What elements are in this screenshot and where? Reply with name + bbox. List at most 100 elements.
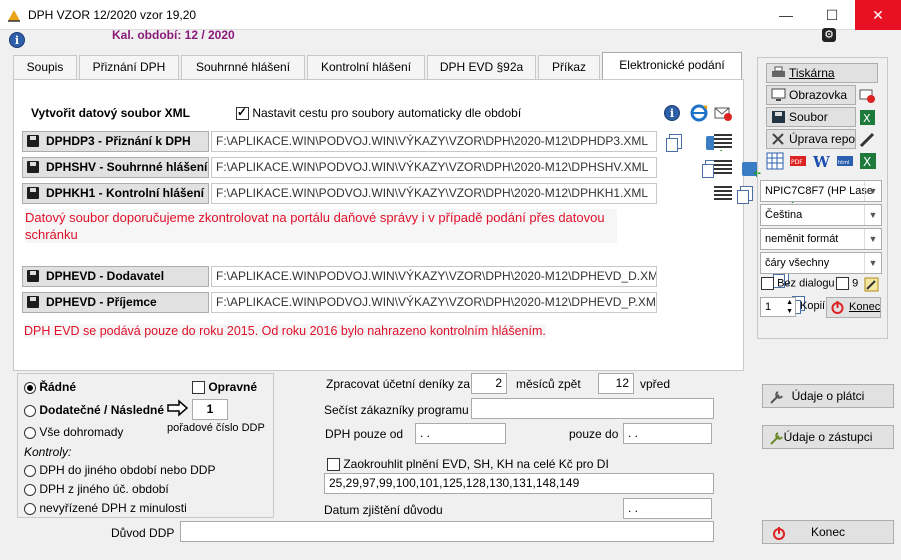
gear-icon[interactable]: ⚙ — [822, 28, 836, 42]
vse-label: Vše dohromady — [39, 425, 124, 439]
dphshv-button[interactable]: DPHSHV - Souhrnné hlášení — [22, 157, 209, 178]
control-radio-3[interactable]: nevyřízené DPH z minulosti — [24, 501, 187, 515]
vse-radio[interactable]: Vše dohromady — [24, 425, 123, 439]
app-icon — [8, 10, 20, 22]
dphkh1-label: DPHKH1 - Kontrolní hlášení — [46, 186, 205, 200]
opravne-checkbox[interactable]: Opravné — [192, 380, 258, 395]
months-back-input[interactable]: 2 — [471, 373, 507, 394]
word-icon[interactable]: W — [812, 152, 830, 170]
maximize-button[interactable]: ☐ — [809, 0, 855, 30]
radnne-radio[interactable]: Řádné — [24, 380, 76, 394]
date-reason-input[interactable]: . . — [623, 498, 712, 519]
add-icon[interactable] — [742, 162, 761, 181]
process-label: Zpracovat účetní deníky za — [326, 377, 471, 391]
tab-elektronicke[interactable]: Elektronické podání — [602, 52, 742, 80]
auto-path-checkbox[interactable]: Nastavit cestu pro soubory automaticky d… — [236, 105, 522, 121]
dphevd-p-path-input[interactable]: F:\APLIKACE.WIN\PODVOJ.WIN\VÝKAZY\VZOR\D… — [211, 292, 657, 313]
report-edit-button[interactable]: Úprava repor — [766, 129, 856, 149]
title-bar: DPH VZOR 12/2020 vzor 19,20 — ☐ ✕ — [0, 0, 901, 30]
stepper-arrows-icon: ▲ ▼ — [786, 299, 793, 315]
control-label-1: DPH do jiného období nebo DDP — [39, 463, 216, 477]
lines-select[interactable]: čáry všechny ▼ — [760, 252, 882, 274]
dphdp3-label: DPHDP3 - Přiznání k DPH — [46, 134, 191, 148]
dphevd-p-button[interactable]: DPHEVD - Příjemce — [22, 292, 209, 313]
checkbox-icon — [836, 277, 849, 290]
tab-soupis[interactable]: Soupis — [13, 55, 77, 79]
round-checkbox[interactable]: Zaokrouhlit plnění EVD, SH, KH na celé K… — [327, 457, 609, 472]
dodatecne-radio[interactable]: Dodatečné / Následné — [24, 403, 164, 417]
dphkh1-button[interactable]: DPHKH1 - Kontrolní hlášení — [22, 183, 209, 204]
copies-stepper[interactable]: 1 ▲ ▼ — [760, 297, 796, 317]
close-button[interactable]: ✕ — [855, 0, 901, 30]
floppy-icon — [27, 187, 39, 199]
file-button[interactable]: Soubor — [766, 107, 856, 127]
window-title: DPH VZOR 12/2020 vzor 19,20 — [28, 8, 197, 22]
months-forward-input[interactable]: 12 — [598, 373, 634, 394]
stack-icon[interactable] — [714, 160, 732, 176]
minimize-button[interactable]: — — [763, 0, 809, 30]
tab-priznani[interactable]: Přiznání DPH — [79, 55, 179, 79]
radnne-label: Řádné — [39, 380, 77, 394]
end-button[interactable]: Konec — [762, 520, 894, 544]
opravne-label: Opravné — [208, 380, 258, 394]
dphkh1-path-input[interactable]: F:\APLIKACE.WIN\PODVOJ.WIN\VÝKAZY\VZOR\D… — [211, 183, 657, 204]
copy-icon[interactable] — [737, 186, 754, 204]
chevron-down-icon: ▼ — [864, 205, 881, 225]
info-icon[interactable]: i — [9, 32, 25, 48]
language-select[interactable]: Čeština ▼ — [760, 204, 882, 226]
copies-value: 1 — [765, 301, 772, 313]
sum-customers-label: Sečíst zákazníky programu — [324, 403, 469, 417]
dphevd-d-path-input[interactable]: F:\APLIKACE.WIN\PODVOJ.WIN\VÝKAZY\VZOR\D… — [211, 266, 657, 287]
table-icon[interactable] — [766, 152, 784, 170]
pen-icon[interactable] — [859, 131, 876, 148]
auto-path-label: Nastavit cestu pro soubory automaticky d… — [252, 106, 522, 120]
tab-souhrnne[interactable]: Souhrnné hlášení — [181, 55, 305, 79]
rows-input[interactable]: 25,29,97,99,100,101,125,128,130,131,148,… — [324, 473, 714, 494]
excel-icon[interactable]: X — [859, 152, 877, 170]
dphevd-d-label: DPHEVD - Dodavatel — [46, 269, 165, 283]
order-number-input[interactable]: 1 — [192, 399, 228, 420]
format-select[interactable]: neměnit formát ▼ — [760, 228, 882, 250]
excel-icon[interactable]: X — [859, 109, 876, 126]
no-dialog-checkbox[interactable]: Bez dialogu — [761, 277, 835, 290]
browser-icon[interactable] — [690, 104, 708, 122]
stack-icon[interactable] — [714, 186, 732, 202]
floppy-icon — [772, 111, 785, 123]
dph-to-label: pouze do — [569, 427, 619, 441]
control-radio-1[interactable]: DPH do jiného období nebo DDP — [24, 463, 215, 477]
svg-text:W: W — [812, 153, 830, 170]
representative-info-button[interactable]: Údaje o zástupci — [762, 425, 894, 449]
payer-info-button[interactable]: Údaje o plátci — [762, 384, 894, 408]
print-end-button[interactable]: Konec — [826, 297, 881, 318]
printer-button[interactable]: Tiskárna — [766, 63, 878, 83]
dph-from-input[interactable]: . . — [415, 423, 506, 444]
order-number-label: pořadové číslo DDP — [167, 422, 265, 434]
printer-select-value: NPIC7C8F7 (HP Lase — [765, 185, 874, 197]
tab-prikaz[interactable]: Příkaz — [538, 55, 600, 79]
info-icon[interactable]: i — [664, 105, 680, 121]
dphshv-path-input[interactable]: F:\APLIKACE.WIN\PODVOJ.WIN\VÝKAZY\VZOR\D… — [211, 157, 657, 178]
mail-icon[interactable] — [859, 87, 876, 104]
dph-to-input[interactable]: . . — [623, 423, 712, 444]
wrench-icon — [770, 432, 783, 445]
control-radio-2[interactable]: DPH z jiného úč. období — [24, 482, 169, 496]
pdf-icon[interactable]: PDF — [789, 152, 807, 170]
sum-customers-input[interactable] — [471, 398, 714, 419]
reason-ddp-input[interactable] — [180, 521, 714, 542]
tab-evd[interactable]: DPH EVD §92a — [427, 55, 536, 79]
radio-icon — [24, 404, 36, 417]
dphdp3-button[interactable]: DPHDP3 - Přiznání k DPH — [22, 131, 209, 152]
mail-icon[interactable] — [714, 105, 732, 121]
tab-kontrolni[interactable]: Kontrolní hlášení — [307, 55, 425, 79]
edit-icon[interactable] — [864, 277, 879, 292]
printer-select[interactable]: NPIC7C8F7 (HP Lase ▼ — [760, 180, 882, 202]
dphevd-d-button[interactable]: DPHEVD - Dodavatel — [22, 266, 209, 287]
dphdp3-path-input[interactable]: F:\APLIKACE.WIN\PODVOJ.WIN\VÝKAZY\VZOR\D… — [211, 131, 657, 152]
count-checkbox[interactable]: 9 — [836, 277, 858, 290]
svg-text:X: X — [863, 112, 871, 125]
stack-icon[interactable] — [714, 134, 732, 150]
dphevd-p-label: DPHEVD - Příjemce — [46, 295, 157, 309]
copy-icon[interactable] — [666, 134, 682, 152]
screen-button[interactable]: Obrazovka — [766, 85, 856, 105]
html-icon[interactable]: html — [836, 152, 854, 170]
